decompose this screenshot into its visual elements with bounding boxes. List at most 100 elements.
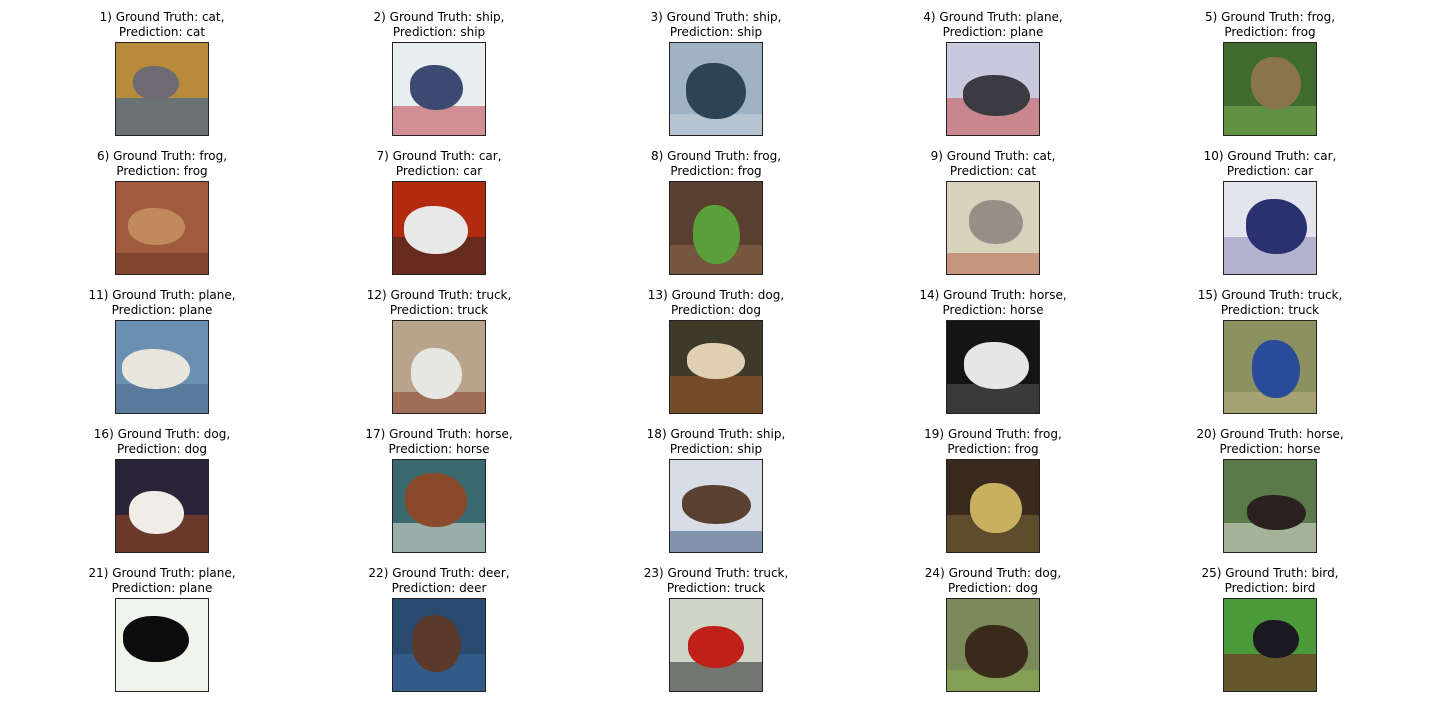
image-subject	[412, 615, 461, 672]
sample-caption: 2) Ground Truth: ship, Prediction: ship	[329, 10, 549, 40]
sample-number: 21)	[88, 566, 109, 580]
image-band	[393, 106, 485, 135]
ground-truth-text: Ground Truth: truck,	[1221, 288, 1343, 302]
sample-caption: 5) Ground Truth: frog, Prediction: frog	[1160, 10, 1380, 40]
image-band	[393, 523, 485, 552]
prediction-label: Prediction: ship	[669, 442, 763, 456]
prediction-label: Prediction: frog	[116, 164, 208, 178]
sample-cell: 11) Ground Truth: plane, Prediction: plan…	[52, 278, 272, 416]
ground-truth-label: 14) Ground Truth: horse,	[883, 288, 1103, 303]
sample-image	[669, 181, 763, 275]
prediction-label: Prediction: dog	[947, 581, 1039, 595]
image-subject	[129, 491, 184, 534]
sample-number: 22)	[368, 566, 389, 580]
sample-image	[1223, 598, 1317, 692]
prediction-label: Prediction: frog	[947, 442, 1039, 456]
sample-image	[946, 598, 1040, 692]
image-band	[670, 376, 762, 413]
sample-cell: 19) Ground Truth: frog, Prediction: frog	[883, 417, 1103, 555]
ground-truth-label: 13) Ground Truth: dog,	[606, 288, 826, 303]
sample-cell: 18) Ground Truth: ship, Prediction: ship	[606, 417, 826, 555]
ground-truth-text: Ground Truth: dog,	[117, 427, 231, 441]
sample-number: 1)	[99, 10, 112, 24]
ground-truth-text: Ground Truth: car,	[392, 149, 502, 163]
prediction-label: Prediction: dog	[670, 303, 762, 317]
sample-number: 11)	[88, 288, 109, 302]
prediction-label: Prediction: plane	[111, 303, 213, 317]
ground-truth-text: Ground Truth: horse,	[1220, 427, 1344, 441]
prediction-label: Prediction: horse	[1219, 442, 1321, 456]
sample-cell: 23) Ground Truth: truck, Prediction: truc…	[606, 556, 826, 694]
image-band	[1224, 106, 1316, 135]
sample-cell: 24) Ground Truth: dog, Prediction: dog	[883, 556, 1103, 694]
sample-number: 12)	[366, 288, 387, 302]
ground-truth-label: 16) Ground Truth: dog,	[52, 427, 272, 442]
image-band	[116, 253, 208, 274]
ground-truth-label: 8) Ground Truth: frog,	[606, 149, 826, 164]
image-subject	[688, 626, 744, 668]
sample-number: 19)	[924, 427, 945, 441]
sample-image	[1223, 320, 1317, 414]
ground-truth-text: Ground Truth: frog,	[113, 149, 228, 163]
ground-truth-label: 3) Ground Truth: ship,	[606, 10, 826, 25]
image-subject	[410, 65, 463, 110]
sample-number: 17)	[365, 427, 386, 441]
sample-cell: 4) Ground Truth: plane, Prediction: plane	[883, 0, 1103, 138]
image-band	[116, 98, 208, 135]
ground-truth-text: Ground Truth: plane,	[112, 566, 236, 580]
sample-image	[115, 598, 209, 692]
image-subject	[964, 342, 1029, 389]
sample-number: 5)	[1204, 10, 1218, 24]
sample-caption: 12) Ground Truth: truck, Prediction: truc…	[329, 288, 549, 318]
ground-truth-label: 2) Ground Truth: ship,	[329, 10, 549, 25]
ground-truth-label: 18) Ground Truth: ship,	[606, 427, 826, 442]
prediction-label: Prediction: dog	[116, 442, 208, 456]
ground-truth-text: Ground Truth: car,	[1227, 149, 1337, 163]
ground-truth-label: 1) Ground Truth: cat,	[52, 10, 272, 25]
image-subject	[687, 343, 745, 379]
sample-number: 24)	[924, 566, 945, 580]
sample-caption: 16) Ground Truth: dog, Prediction: dog	[52, 427, 272, 457]
image-subject	[1252, 340, 1300, 398]
ground-truth-text: Ground Truth: bird,	[1225, 566, 1339, 580]
prediction-grid: 1) Ground Truth: cat, Prediction: cat 2) G…	[0, 0, 1440, 720]
ground-truth-label: 24) Ground Truth: dog,	[883, 566, 1103, 581]
image-band	[670, 531, 762, 552]
sample-image	[115, 181, 209, 275]
sample-image	[115, 320, 209, 414]
image-subject	[123, 616, 189, 662]
sample-cell: 14) Ground Truth: horse, Prediction: hors…	[883, 278, 1103, 416]
image-subject	[411, 348, 462, 399]
sample-caption: 14) Ground Truth: horse, Prediction: hors…	[883, 288, 1103, 318]
ground-truth-text: Ground Truth: deer,	[392, 566, 510, 580]
image-subject	[405, 473, 467, 527]
sample-caption: 18) Ground Truth: ship, Prediction: ship	[606, 427, 826, 457]
sample-image	[1223, 181, 1317, 275]
ground-truth-text: Ground Truth: dog,	[948, 566, 1062, 580]
sample-caption: 7) Ground Truth: car, Prediction: car	[329, 149, 549, 179]
sample-cell: 7) Ground Truth: car, Prediction: car	[329, 139, 549, 277]
prediction-label: Prediction: horse	[388, 442, 490, 456]
image-subject	[969, 200, 1023, 244]
prediction-label: Prediction: horse	[942, 303, 1044, 317]
prediction-label: Prediction: truck	[389, 303, 489, 317]
sample-caption: 23) Ground Truth: truck, Prediction: truc…	[606, 566, 826, 596]
sample-image	[392, 320, 486, 414]
ground-truth-label: 20) Ground Truth: horse,	[1160, 427, 1380, 442]
ground-truth-text: Ground Truth: cat,	[115, 10, 225, 24]
sample-caption: 3) Ground Truth: ship, Prediction: ship	[606, 10, 826, 40]
sample-image	[946, 320, 1040, 414]
sample-image	[115, 459, 209, 553]
ground-truth-label: 25) Ground Truth: bird,	[1160, 566, 1380, 581]
ground-truth-label: 4) Ground Truth: plane,	[883, 10, 1103, 25]
ground-truth-label: 7) Ground Truth: car,	[329, 149, 549, 164]
sample-cell: 5) Ground Truth: frog, Prediction: frog	[1160, 0, 1380, 138]
prediction-label: Prediction: frog	[670, 164, 762, 178]
prediction-label: Prediction: cat	[118, 25, 206, 39]
sample-image	[392, 181, 486, 275]
ground-truth-label: 12) Ground Truth: truck,	[329, 288, 549, 303]
sample-cell: 16) Ground Truth: dog, Prediction: dog	[52, 417, 272, 555]
ground-truth-text: Ground Truth: frog,	[1221, 10, 1336, 24]
sample-cell: 2) Ground Truth: ship, Prediction: ship	[329, 0, 549, 138]
image-band	[1224, 654, 1316, 691]
